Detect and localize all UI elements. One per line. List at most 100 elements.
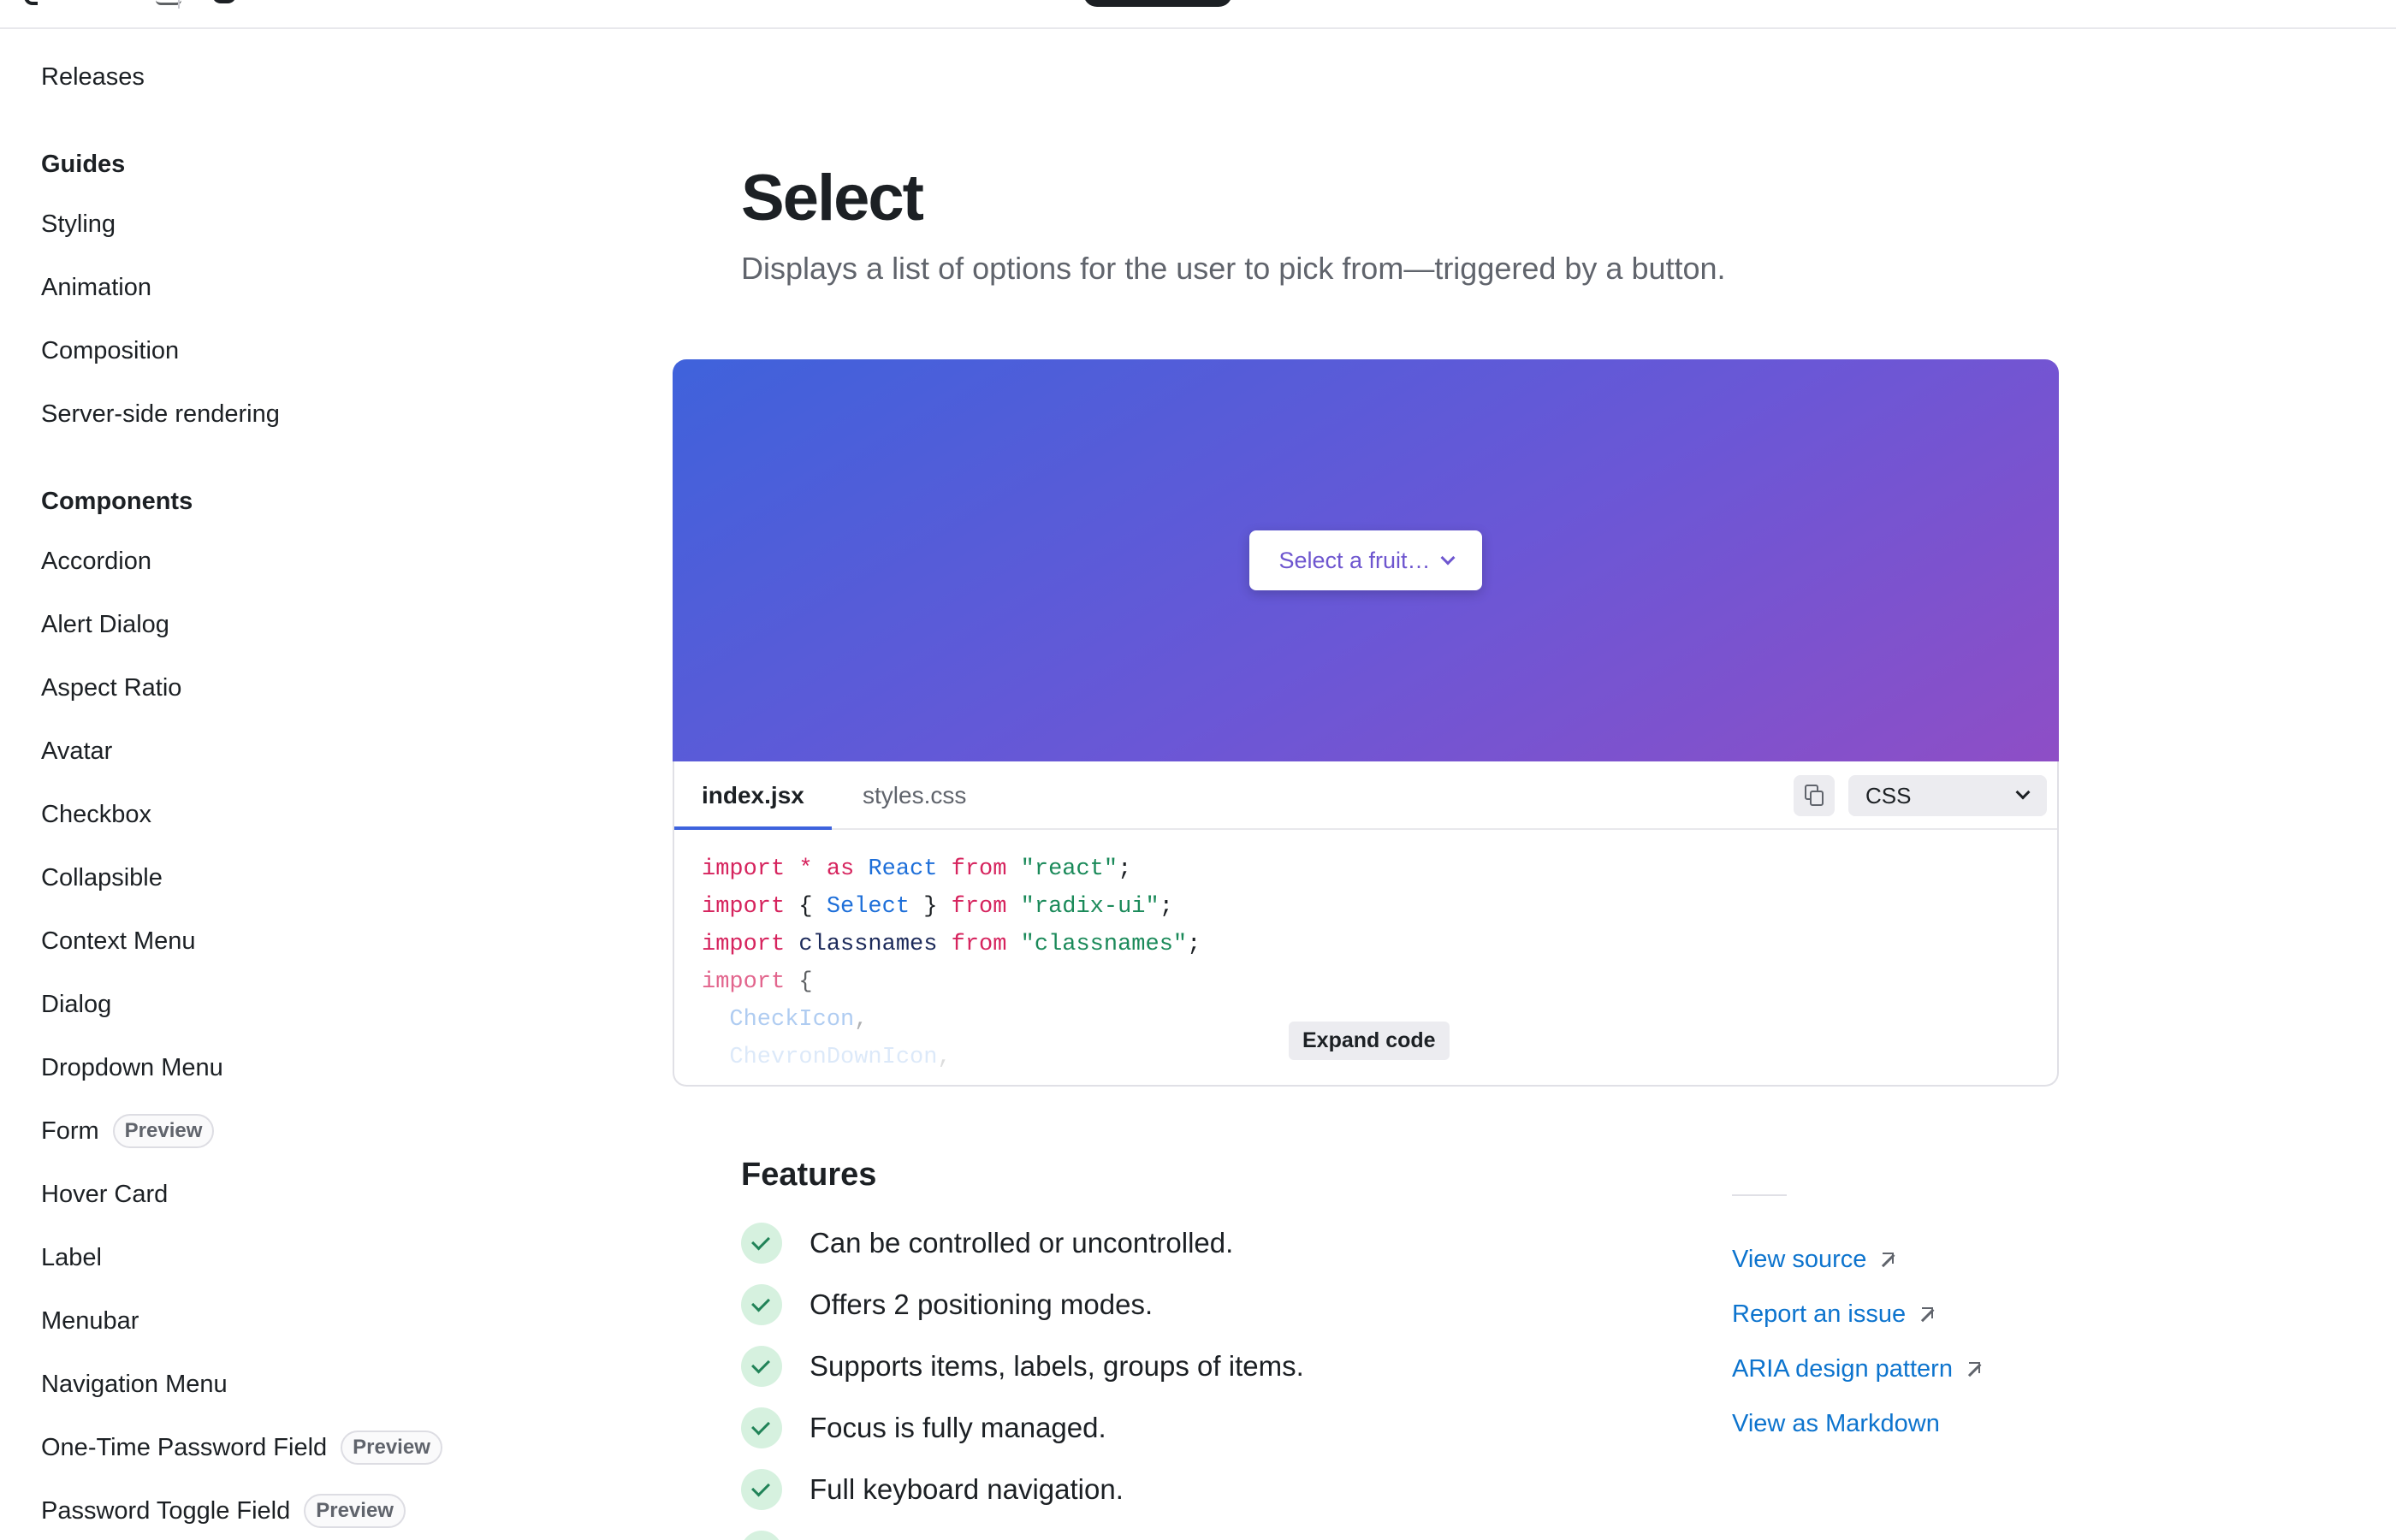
sidebar-item-label-component[interactable]: Label bbox=[41, 1244, 102, 1272]
preview-badge: Preview bbox=[341, 1430, 442, 1465]
sidebar-item-aspect-ratio[interactable]: Aspect Ratio bbox=[41, 674, 181, 702]
feature-text: Supports items, labels, groups of items. bbox=[810, 1350, 1304, 1382]
sidebar-item-label: Label bbox=[41, 1244, 102, 1271]
check-icon bbox=[741, 1407, 782, 1448]
code-tabs: index.jsx styles.css CSS bbox=[674, 761, 2057, 830]
sidebar-item-composition[interactable]: Composition bbox=[41, 337, 179, 365]
feature-item-partial bbox=[741, 1530, 810, 1540]
tab-index-jsx[interactable]: index.jsx bbox=[674, 761, 832, 830]
sidebar-item-styling[interactable]: Styling bbox=[41, 210, 116, 239]
feature-text: Full keyboard navigation. bbox=[810, 1473, 1124, 1505]
sidebar-item-context-menu[interactable]: Context Menu bbox=[41, 927, 196, 956]
sidebar-item-navigation-menu[interactable]: Navigation Menu bbox=[41, 1371, 228, 1399]
header-pill-button[interactable] bbox=[1083, 0, 1232, 7]
aria-design-pattern-link[interactable]: ARIA design pattern bbox=[1732, 1355, 1980, 1383]
sidebar-item-label: Collapsible bbox=[41, 864, 163, 891]
sidebar-item-label: Avatar bbox=[41, 737, 113, 765]
sidebar-heading-components: Components bbox=[41, 488, 193, 515]
sidebar-item-dropdown-menu[interactable]: Dropdown Menu bbox=[41, 1054, 223, 1082]
feature-item: Offers 2 positioning modes. bbox=[741, 1283, 1153, 1326]
check-icon bbox=[741, 1284, 782, 1325]
feature-item: Supports items, labels, groups of items. bbox=[741, 1345, 1304, 1388]
chevron-down-icon bbox=[2015, 785, 2031, 800]
external-link-icon bbox=[1918, 1306, 1934, 1323]
product-logo-icon[interactable] bbox=[212, 0, 236, 3]
sidebar-item-label: Context Menu bbox=[41, 927, 196, 955]
sidebar-item-label: Alert Dialog bbox=[41, 611, 169, 638]
sidebar-item-label: Composition bbox=[41, 337, 180, 364]
sidebar-item-label: Checkbox bbox=[41, 801, 151, 828]
sidebar-item-accordion[interactable]: Accordion bbox=[41, 548, 151, 576]
language-select-value: CSS bbox=[1865, 782, 1912, 808]
sidebar-item-label: Dropdown Menu bbox=[41, 1054, 223, 1081]
sidebar-item-label: Dialog bbox=[41, 991, 112, 1018]
sidebar-item-label: Animation bbox=[41, 274, 151, 301]
feature-item: Full keyboard navigation. bbox=[741, 1468, 1124, 1511]
sidebar-item-alert-dialog[interactable]: Alert Dialog bbox=[41, 611, 169, 639]
code-block: import * as React from "react"; import { … bbox=[702, 850, 1201, 1076]
link-label: View as Markdown bbox=[1732, 1410, 1940, 1437]
sidebar-item-menubar[interactable]: Menubar bbox=[41, 1307, 139, 1336]
sidebar-item-avatar[interactable]: Avatar bbox=[41, 737, 112, 766]
sidebar-item-label: Form bbox=[41, 1116, 99, 1145]
code-line: ChevronDownIcon, bbox=[729, 1045, 952, 1070]
preview-badge: Preview bbox=[304, 1494, 406, 1528]
sidebar-item-label: One-Time Password Field bbox=[41, 1433, 328, 1461]
view-as-markdown-link[interactable]: View as Markdown bbox=[1732, 1410, 1940, 1438]
feature-text: Can be controlled or uncontrolled. bbox=[810, 1227, 1234, 1259]
code-line: import * as React from "react"; bbox=[702, 856, 1132, 882]
code-line: CheckIcon, bbox=[729, 1007, 869, 1033]
sidebar-item-label: Hover Card bbox=[41, 1181, 169, 1208]
header-divider bbox=[178, 0, 180, 9]
sidebar-item-label: Aspect Ratio bbox=[41, 674, 182, 702]
page-title: Select bbox=[741, 162, 924, 234]
sidebar-item-server-side-rendering[interactable]: Server-side rendering bbox=[41, 400, 280, 429]
select-fruit-trigger[interactable]: Select a fruit… bbox=[1249, 530, 1482, 590]
tab-styles-css[interactable]: styles.css bbox=[835, 761, 993, 830]
page-description: Displays a list of options for the user … bbox=[741, 251, 1726, 286]
sidebar-item-one-time-password-field[interactable]: One-Time Password Field Preview bbox=[41, 1430, 442, 1465]
sidebar-item-label: Navigation Menu bbox=[41, 1371, 228, 1398]
feature-text: Focus is fully managed. bbox=[810, 1412, 1106, 1443]
feature-item: Focus is fully managed. bbox=[741, 1407, 1106, 1449]
sidebar-item-dialog[interactable]: Dialog bbox=[41, 991, 111, 1019]
view-source-link[interactable]: View source bbox=[1732, 1246, 1895, 1274]
chevron-down-icon bbox=[1440, 550, 1456, 566]
external-link-icon bbox=[1965, 1361, 1980, 1377]
code-line: import classnames from "classnames"; bbox=[702, 932, 1201, 957]
preview-badge: Preview bbox=[112, 1114, 215, 1148]
check-icon bbox=[741, 1223, 782, 1264]
link-label: Report an issue bbox=[1732, 1300, 1907, 1328]
styling-language-select[interactable]: CSS bbox=[1848, 775, 2047, 816]
check-icon bbox=[741, 1531, 782, 1540]
code-line: import { Select } from "radix-ui"; bbox=[702, 894, 1173, 920]
top-header bbox=[0, 0, 2396, 29]
copy-icon-front bbox=[1810, 791, 1824, 806]
sidebar-item-label: Styling bbox=[41, 210, 116, 238]
sidebar-item-releases[interactable]: Releases bbox=[41, 63, 145, 92]
feature-text: Offers 2 positioning modes. bbox=[810, 1288, 1154, 1320]
sidebar-item-label: Menubar bbox=[41, 1307, 139, 1335]
sidebar-item-label: Server-side rendering bbox=[41, 400, 280, 428]
link-label: ARIA design pattern bbox=[1732, 1355, 1953, 1383]
features-heading: Features bbox=[741, 1157, 877, 1193]
check-icon bbox=[741, 1469, 782, 1510]
report-issue-link[interactable]: Report an issue bbox=[1732, 1300, 1934, 1329]
copy-code-button[interactable] bbox=[1794, 775, 1835, 816]
select-placeholder: Select a fruit… bbox=[1278, 547, 1431, 573]
sidebar-item-label: Releases bbox=[41, 63, 145, 91]
logo-icon[interactable] bbox=[24, 0, 38, 5]
sidebar-item-form[interactable]: Form Preview bbox=[41, 1114, 215, 1148]
sidebar-item-animation[interactable]: Animation bbox=[41, 274, 151, 302]
sidebar-item-collapsible[interactable]: Collapsible bbox=[41, 864, 163, 892]
sidebar-item-password-toggle-field[interactable]: Password Toggle Field Preview bbox=[41, 1494, 406, 1528]
sidebar-item-label: Accordion bbox=[41, 548, 151, 575]
sidebar-item-checkbox[interactable]: Checkbox bbox=[41, 801, 151, 829]
link-label: View source bbox=[1732, 1246, 1867, 1273]
check-icon bbox=[741, 1346, 782, 1387]
sidebar-item-label: Password Toggle Field bbox=[41, 1496, 291, 1525]
code-line: import { bbox=[702, 969, 813, 995]
demo-preview: Select a fruit… bbox=[673, 359, 2059, 761]
sidebar-item-hover-card[interactable]: Hover Card bbox=[41, 1181, 168, 1209]
expand-code-button[interactable]: Expand code bbox=[1289, 1022, 1450, 1060]
